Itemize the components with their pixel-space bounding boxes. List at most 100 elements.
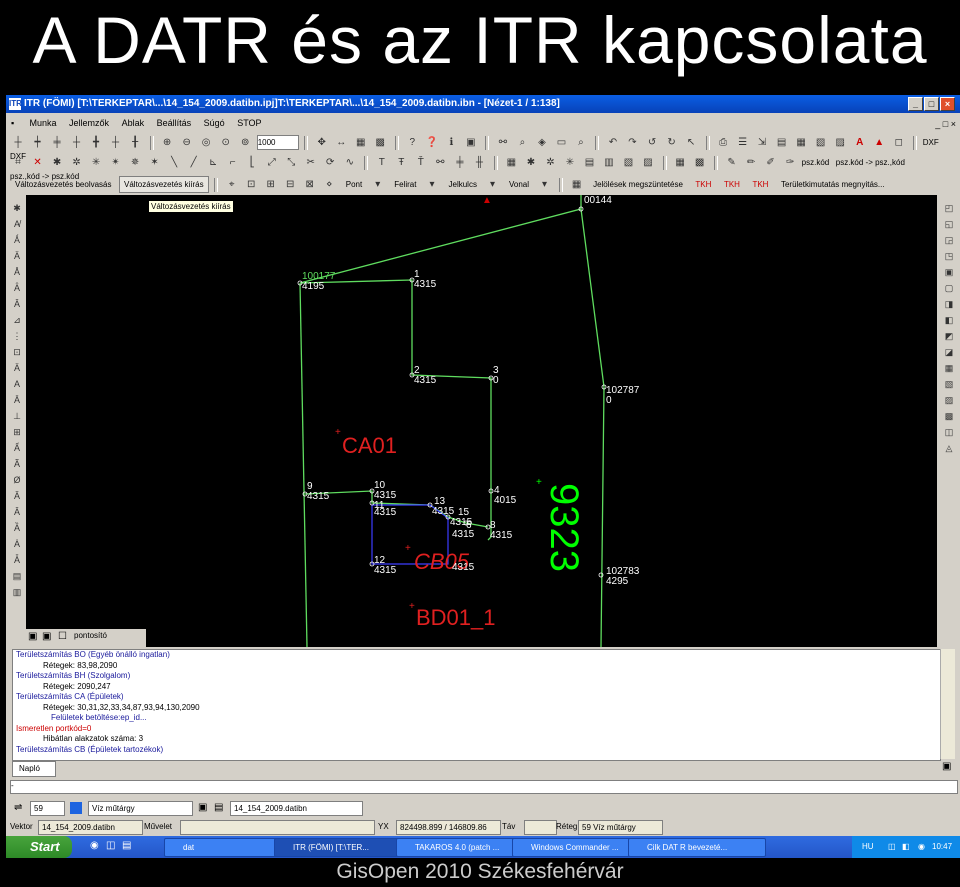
tab-pontosito[interactable]: pontosító [74, 631, 107, 640]
line-icon[interactable]: ⤡ [283, 155, 299, 171]
chevron-down-icon[interactable]: ▾ [484, 177, 500, 193]
delete-icon[interactable]: ✕ [30, 155, 46, 171]
layer-tool-icon[interactable]: ◫ [941, 425, 957, 439]
point-tool-icon[interactable]: Ȁ [9, 521, 25, 535]
snap-icon[interactable]: ╂ [127, 135, 143, 151]
doc-menu-icon[interactable]: ▪ [6, 115, 22, 131]
snap-icon[interactable]: ┼ [69, 135, 85, 151]
mdi-controls[interactable]: _ □ × [935, 116, 956, 132]
point-icon[interactable]: ✲ [542, 155, 558, 171]
point-tool-icon[interactable]: Ȃ [9, 281, 25, 295]
save-icon[interactable]: ▣ [942, 761, 951, 772]
snap-icon[interactable]: ┼ [10, 135, 26, 151]
layer-tool-icon[interactable]: ◬ [941, 441, 957, 455]
tab-naplo[interactable]: Napló [12, 761, 56, 777]
text-icon[interactable]: Ŧ [393, 155, 409, 171]
bar-icon[interactable]: ╫ [471, 155, 487, 171]
highlight-icon[interactable]: ◈ [534, 135, 550, 151]
pencil-icon[interactable]: ✑ [782, 155, 798, 171]
point-tool-icon[interactable]: ▥ [9, 585, 25, 599]
layer-number-field[interactable]: 59 [30, 801, 65, 816]
area-report-button[interactable]: Területkimutatás megnyitás... [776, 176, 890, 193]
point-tool-icon[interactable]: Ø [9, 473, 25, 487]
layer-tool-icon[interactable]: ◪ [941, 345, 957, 359]
minimize-button[interactable]: _ [908, 97, 923, 111]
dxf-export-button[interactable]: DXF [923, 138, 939, 147]
point-tool-icon[interactable]: ⋮ [9, 329, 25, 343]
layer-tool-icon[interactable]: ▩ [941, 409, 957, 423]
layer-name-select[interactable]: Víz műtárgy [88, 801, 193, 816]
point-tool-icon[interactable]: ▤ [9, 569, 25, 583]
zoom-previous-icon[interactable]: ⊚ [237, 135, 253, 151]
menu-beallitas[interactable]: Beállítás [152, 115, 197, 131]
language-indicator[interactable]: HU [862, 836, 874, 858]
layer-tool-icon[interactable]: ◰ [941, 201, 957, 215]
symbol-dropdown[interactable]: Jelkulcs [444, 176, 482, 193]
table-icon[interactable]: ▦ [503, 155, 519, 171]
layer-tool-icon[interactable]: ▦ [941, 361, 957, 375]
layer-tool-icon[interactable]: ◧ [941, 313, 957, 327]
taskbar-item[interactable]: TAKAROS 4.0 (patch ... [396, 838, 528, 857]
point-icon[interactable]: ✱ [523, 155, 539, 171]
line-icon[interactable]: ╱ [186, 155, 202, 171]
help-icon[interactable]: ❓ [424, 135, 440, 151]
snap-icon[interactable]: ⊠ [302, 177, 318, 193]
point-icon[interactable]: ✳ [88, 155, 104, 171]
binoculars-icon[interactable]: ⚯ [432, 155, 448, 171]
snap-icon[interactable]: ┿ [30, 135, 46, 151]
code-button[interactable]: psz.kód [802, 158, 830, 167]
export-icon[interactable]: ⇲ [754, 135, 770, 151]
point-tool-icon[interactable]: Ä [9, 361, 25, 375]
undo-icon[interactable]: ↶ [605, 135, 621, 151]
pan-icon[interactable]: ✥ [314, 135, 330, 151]
point-tool-icon[interactable]: Ā [9, 393, 25, 407]
pencil-icon[interactable]: ✏ [743, 155, 759, 171]
menu-munka[interactable]: Munka [25, 115, 62, 131]
clear-marks-button[interactable]: Jelölések megszüntetése [588, 176, 688, 193]
clear-icon[interactable]: ▭ [553, 135, 569, 151]
code-convert-button[interactable]: psz.kód -> psz.,kód [836, 158, 905, 167]
point-dropdown[interactable]: Pont [341, 176, 367, 193]
table-icon[interactable]: ▨ [640, 155, 656, 171]
snap-icon[interactable]: ⌖ [224, 177, 240, 193]
map-canvas[interactable]: + + + + ▲ 00144 100177 4195 1 4315 2 431… [26, 195, 937, 648]
line-icon[interactable]: ⟳ [322, 155, 338, 171]
query-icon[interactable]: ? [404, 135, 420, 151]
change-write-button[interactable]: Változásvezetés kiírás [119, 176, 209, 194]
layer-tool-icon[interactable]: ▨ [941, 393, 957, 407]
snap-icon[interactable]: ⊡ [243, 177, 259, 193]
quicklaunch-icon[interactable]: ◫ [106, 840, 115, 851]
point-tool-icon[interactable]: ✱ [9, 201, 25, 215]
text-icon[interactable]: T [374, 155, 390, 171]
bar-icon[interactable]: ╪ [452, 155, 468, 171]
point-tool-icon[interactable]: Å [9, 265, 25, 279]
snap-icon[interactable]: ⋄ [321, 177, 337, 193]
layer-tool-icon[interactable]: ◲ [941, 233, 957, 247]
map-icon[interactable]: ▧ [813, 135, 829, 151]
pencil-icon[interactable]: ✐ [763, 155, 779, 171]
taskbar-item[interactable]: dat [164, 838, 288, 857]
snap-icon[interactable]: ┼ [108, 135, 124, 151]
point-edit-icon[interactable]: ⌗ [10, 155, 26, 171]
undo-list-icon[interactable]: ↺ [644, 135, 660, 151]
table-icon[interactable]: ▤ [774, 135, 790, 151]
line-icon[interactable]: ∿ [342, 155, 358, 171]
line-icon[interactable]: ✂ [303, 155, 319, 171]
layer-tool-icon[interactable]: ◱ [941, 217, 957, 231]
redo-icon[interactable]: ↷ [625, 135, 641, 151]
checkbox[interactable]: ☐ [58, 631, 67, 642]
line-icon[interactable]: ⌐ [225, 155, 241, 171]
tkh-button[interactable]: TKH [690, 176, 716, 193]
grid-icon[interactable]: ▦ [672, 155, 688, 171]
point-tool-icon[interactable]: Ä [9, 249, 25, 263]
point-tool-icon[interactable]: Ǻ [9, 233, 25, 247]
point-icon[interactable]: ✱ [49, 155, 65, 171]
window-titlebar[interactable]: ITR ITR (FÖMI) [T:\TERKEPTAR\...\14_154_… [6, 95, 960, 113]
point-icon[interactable]: ✴ [108, 155, 124, 171]
point-tool-icon[interactable]: Ȧ [9, 537, 25, 551]
point-tool-icon[interactable]: Ẩ [9, 441, 25, 455]
lock-icon[interactable]: ▣ [463, 135, 479, 151]
point-tool-icon[interactable]: Ã [9, 457, 25, 471]
layer-tool-icon[interactable]: ▧ [941, 377, 957, 391]
snap-icon[interactable]: ⊞ [263, 177, 279, 193]
